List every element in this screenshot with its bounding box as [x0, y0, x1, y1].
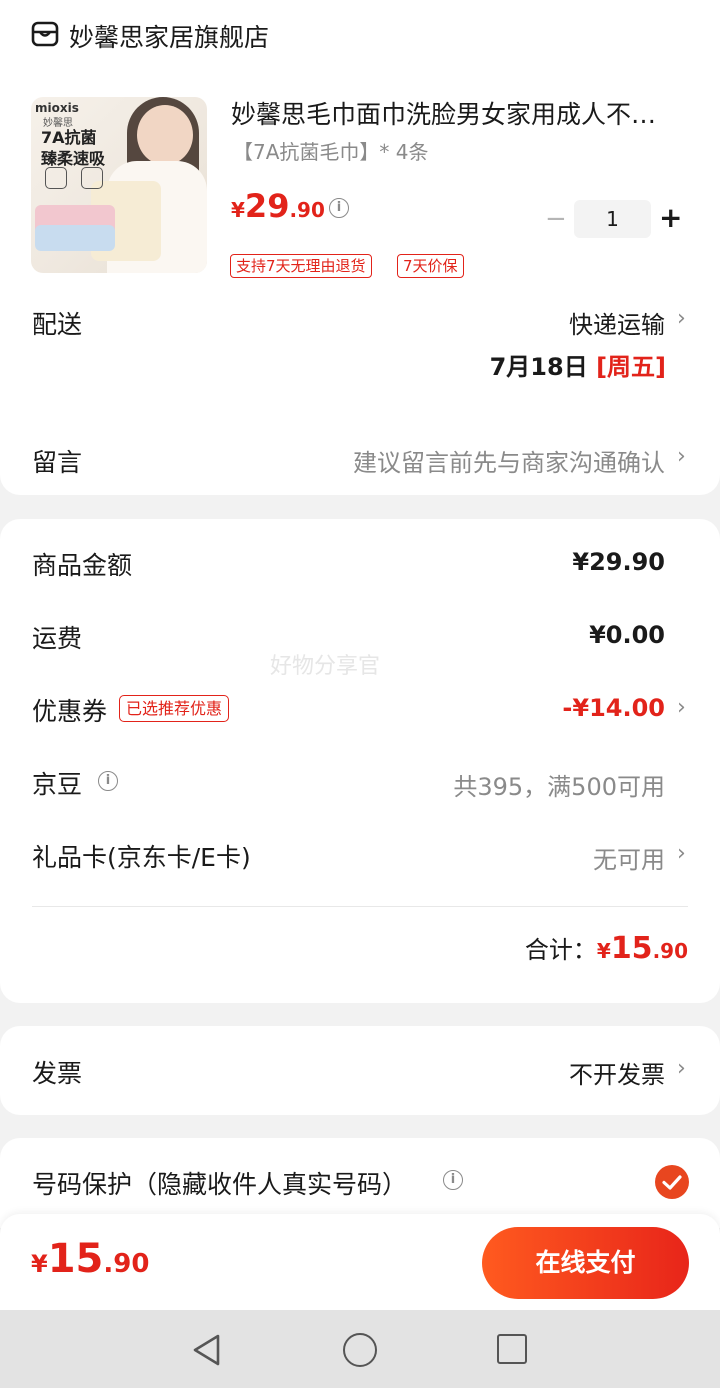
product-image[interactable]: mioxis 妙馨思 7A抗菌 臻柔速吸: [31, 97, 207, 273]
product-image-brand: mioxis: [35, 101, 79, 115]
jd-beans-label: 京豆: [32, 770, 83, 799]
info-icon[interactable]: i: [443, 1170, 463, 1190]
shipping-weekday: [周五]: [596, 353, 666, 381]
quantity-plus-button[interactable]: +: [659, 203, 682, 233]
chevron-right-icon[interactable]: ›: [677, 841, 686, 866]
divider: [32, 906, 688, 907]
product-image-line2: 臻柔速吸: [41, 149, 106, 168]
recent-apps-icon[interactable]: [497, 1334, 527, 1364]
product-spec[interactable]: 【7A抗菌毛巾】* 4条: [233, 136, 429, 165]
store-icon: [31, 21, 59, 47]
chevron-right-icon[interactable]: ›: [677, 306, 686, 331]
quantity-minus-button[interactable]: −: [545, 206, 567, 232]
gift-card-value[interactable]: 无可用: [593, 840, 665, 875]
number-protection-label: 号码保护（隐藏收件人真实号码）: [32, 1170, 408, 1199]
message-label: 留言: [32, 448, 83, 477]
chevron-right-icon[interactable]: ›: [677, 444, 686, 469]
goods-amount-label: 商品金额: [32, 551, 133, 580]
gift-card-label: 礼品卡(京东卡/E卡): [32, 843, 251, 872]
back-icon[interactable]: [190, 1332, 224, 1368]
quantity-input[interactable]: 1: [574, 200, 651, 238]
info-icon[interactable]: i: [98, 771, 118, 791]
coupon-recommended-tag: 已选推荐优惠: [119, 695, 230, 722]
store-name[interactable]: 妙馨思家居旗舰店: [69, 18, 269, 54]
product-title[interactable]: 妙馨思毛巾面巾洗脸男女家用成人不…: [231, 95, 686, 131]
shipping-method[interactable]: 快递运输: [569, 305, 665, 340]
order-total: 合计：¥15.90: [524, 931, 688, 966]
checkout-total-price: ¥15.90: [31, 1236, 150, 1282]
invoice-value[interactable]: 不开发票: [569, 1055, 665, 1090]
product-price: ¥29.90: [231, 187, 325, 225]
shipping-date: 7月18日 [周五]: [489, 353, 666, 381]
chevron-right-icon[interactable]: ›: [677, 695, 686, 720]
coupon-value[interactable]: -¥14.00: [562, 694, 665, 722]
invoice-label: 发票: [32, 1059, 83, 1088]
shipping-label: 配送: [32, 310, 83, 339]
pay-online-button[interactable]: 在线支付: [482, 1227, 689, 1299]
price-protect-tag: 7天价保: [397, 254, 464, 278]
freight-value: ¥0.00: [589, 621, 665, 649]
freight-label: 运费: [32, 624, 83, 653]
price-info-icon[interactable]: i: [329, 198, 349, 218]
home-icon[interactable]: [343, 1333, 377, 1367]
goods-amount-value: ¥29.90: [572, 548, 665, 576]
checkmark-icon[interactable]: [655, 1165, 689, 1199]
return-policy-tag: 支持7天无理由退货: [230, 254, 372, 278]
chevron-right-icon[interactable]: ›: [677, 1056, 686, 1081]
coupon-label: 优惠券: [32, 697, 108, 726]
jd-beans-value: 共395，满500可用: [453, 773, 665, 801]
message-input[interactable]: 建议留言前先与商家沟通确认: [353, 443, 665, 478]
order-card: 妙馨思家居旗舰店 mioxis 妙馨思 7A抗菌 臻柔速吸 妙馨思毛巾面巾洗脸男…: [0, 0, 720, 495]
watermark: 好物分享官: [270, 654, 381, 679]
